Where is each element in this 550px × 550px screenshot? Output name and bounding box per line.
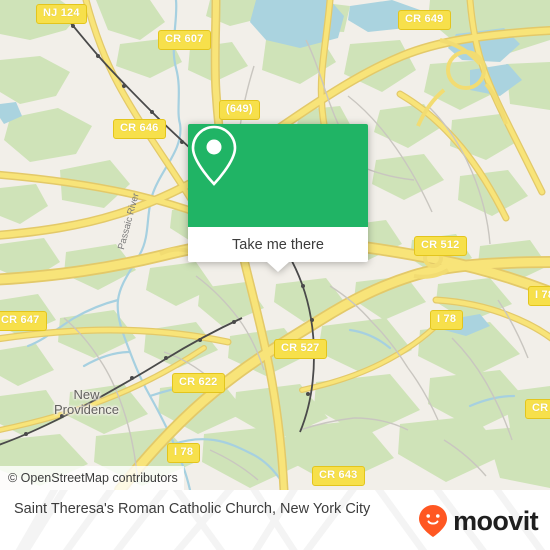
road-shield: I 78 — [528, 286, 550, 306]
take-me-there-label: Take me there — [232, 236, 324, 253]
footer-bar: Saint Theresa's Roman Catholic Church, N… — [0, 490, 550, 550]
moovit-pin-icon — [419, 505, 448, 537]
location-popup-card[interactable]: Take me there — [188, 124, 368, 272]
road-shield: CR 607 — [158, 30, 211, 50]
popup-header — [188, 124, 368, 227]
road-shield: I 78 — [430, 310, 464, 330]
page-title: Saint Theresa's Roman Catholic Church, N… — [14, 501, 371, 517]
place-label-line: New — [73, 387, 100, 402]
road-shield: CR 622 — [172, 373, 225, 393]
road-shield: CR 646 — [113, 119, 166, 139]
map-pin-icon — [191, 125, 237, 186]
popup-tail — [267, 262, 289, 272]
take-me-there-button[interactable]: Take me there — [188, 227, 368, 262]
osm-attribution-text: © OpenStreetMap contributors — [8, 471, 178, 485]
moovit-wordmark: moovit — [453, 506, 539, 536]
place-label-line: Providence — [54, 402, 120, 417]
road-shield: CR 643 — [312, 466, 365, 486]
place-label: New Providence — [54, 387, 119, 417]
osm-attribution[interactable]: © OpenStreetMap contributors — [0, 466, 184, 490]
moovit-logo[interactable]: moovit — [418, 504, 539, 538]
road-shield: CR 512 — [414, 236, 467, 256]
road-shield: I 78 — [167, 443, 201, 463]
road-shield: (649) — [219, 100, 260, 120]
map-canvas[interactable]: NJ 124 CR 607 CR 649 (649) CR 646 CR 512 I 78 C… — [0, 0, 550, 490]
road-shield: CR 527 — [274, 339, 327, 359]
road-shield: CR 5 — [525, 399, 550, 419]
screenshot-root: NJ 124 CR 607 CR 649 (649) CR 646 CR 512 I 78 C… — [0, 0, 550, 550]
road-shield: CR 649 — [398, 10, 451, 30]
road-shield: NJ 124 — [36, 4, 87, 24]
road-shield: CR 647 — [0, 311, 47, 331]
